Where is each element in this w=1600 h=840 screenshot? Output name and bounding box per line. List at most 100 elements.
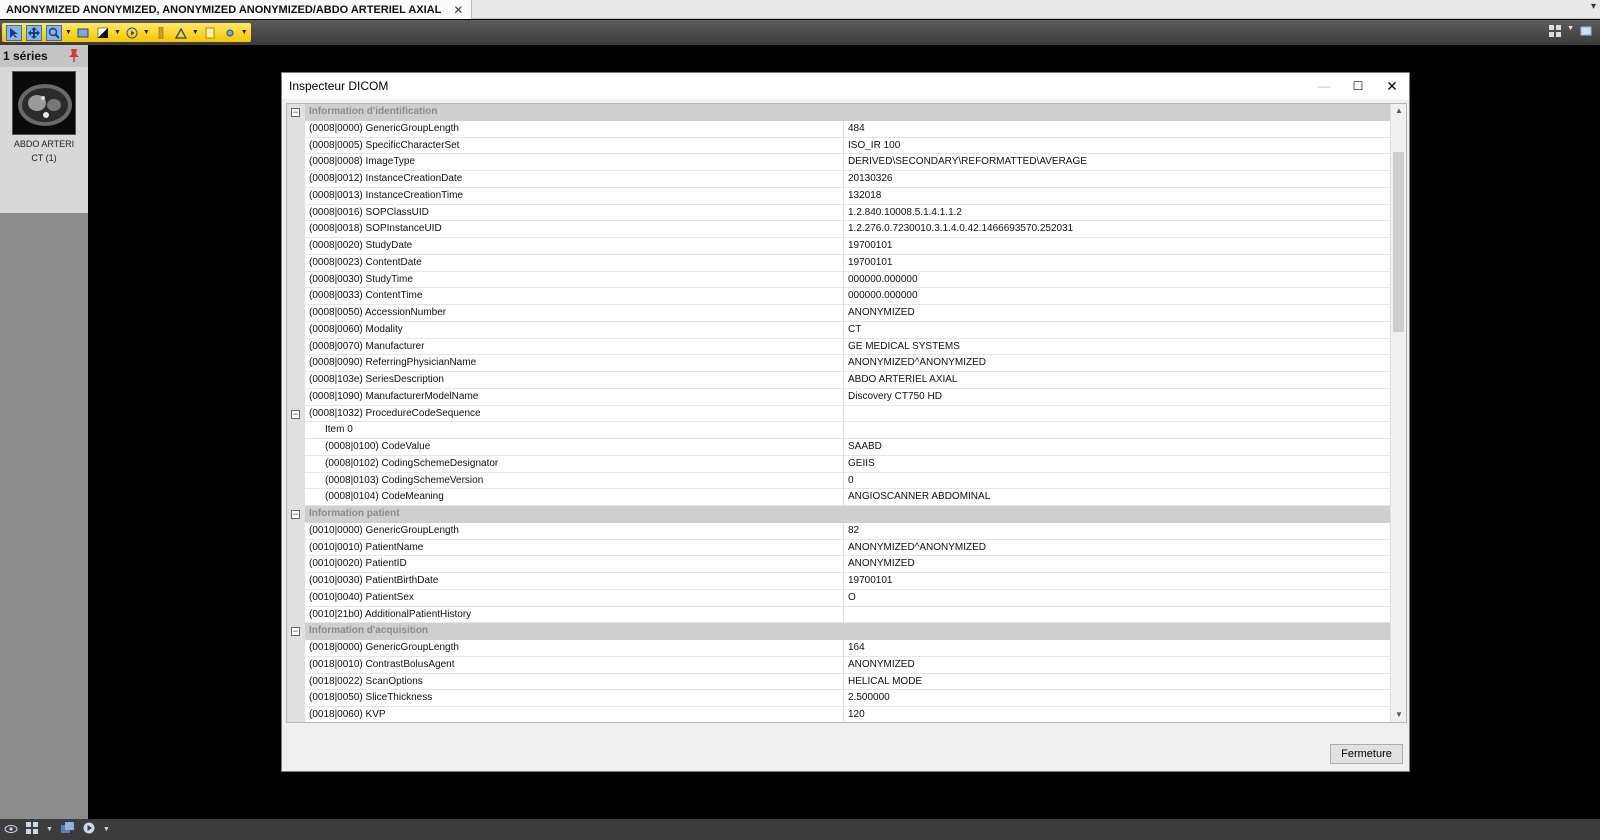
tab-study[interactable]: ANONYMIZED ANONYMIZED, ANONYMIZED ANONYM… xyxy=(0,0,473,19)
tag-value[interactable]: SAABD xyxy=(844,439,1391,456)
dicom-tag-row[interactable]: (0018|0000) GenericGroupLength 164 xyxy=(287,640,1391,657)
contrast-icon[interactable] xyxy=(95,25,111,41)
dicom-tag-row[interactable]: (0008|0005) SpecificCharacterSet ISO_IR 1… xyxy=(287,137,1391,155)
dicom-tag-row[interactable]: Item 0 xyxy=(287,422,1391,439)
tag-value[interactable]: 0 xyxy=(844,473,1391,490)
dicom-tag-row[interactable]: − (0008|1032) ProcedureCodeSequence xyxy=(287,405,1391,423)
dicom-tag-row[interactable]: (0008|0103) CodingSchemeVersion 0 xyxy=(287,472,1391,490)
tag-value[interactable]: ANONYMIZED xyxy=(844,657,1391,674)
chevron-down-icon[interactable]: ▼ xyxy=(241,29,248,36)
book-icon[interactable] xyxy=(1580,25,1592,40)
scroll-thumb[interactable] xyxy=(1393,152,1404,332)
dicom-tag-row[interactable]: (0008|1090) ManufacturerModelName Discove… xyxy=(287,388,1391,406)
tag-value[interactable]: 2.500000 xyxy=(844,690,1391,707)
tag-value[interactable]: 20130326 xyxy=(844,171,1391,188)
dicom-tag-row[interactable]: (0008|0090) ReferringPhysicianName ANONYM… xyxy=(287,355,1391,372)
dicom-tag-row[interactable]: (0008|0060) Modality CT xyxy=(287,321,1391,339)
tag-value[interactable]: ANONYMIZED xyxy=(844,556,1391,573)
scroll-down-icon[interactable]: ▼ xyxy=(1391,708,1406,722)
dicom-tag-row[interactable]: (0018|0022) ScanOptions HELICAL MODE xyxy=(287,673,1391,691)
section-header-row[interactable]: − Information d'identification xyxy=(287,104,1391,121)
angle-icon[interactable] xyxy=(173,25,189,41)
tag-value[interactable]: ABDO ARTERIEL AXIAL xyxy=(844,372,1391,389)
pan-tool-icon[interactable] xyxy=(26,24,42,41)
maximize-icon[interactable]: ☐ xyxy=(1343,76,1373,96)
dicom-tag-row[interactable]: (0008|0030) StudyTime 000000.000000 xyxy=(287,271,1391,289)
ruler-icon[interactable] xyxy=(153,25,169,41)
tag-value[interactable]: DERIVED\SECONDARY\REFORMATTED\AVERAGE xyxy=(844,154,1391,171)
tag-value[interactable]: 000000.000000 xyxy=(844,288,1391,305)
tag-value[interactable]: O xyxy=(844,590,1391,607)
dicom-tag-row[interactable]: (0008|0012) InstanceCreationDate 20130326 xyxy=(287,171,1391,188)
tag-value[interactable] xyxy=(844,422,1391,439)
dicom-tag-row[interactable]: (0008|0016) SOPClassUID 1.2.840.10008.5.1… xyxy=(287,204,1391,222)
chevron-down-icon[interactable]: ▼ xyxy=(143,29,150,36)
dicom-tag-row[interactable]: (0008|0018) SOPInstanceUID 1.2.276.0.7230… xyxy=(287,221,1391,238)
tag-value[interactable] xyxy=(844,406,1391,423)
select-tool-icon[interactable] xyxy=(6,24,22,41)
collapse-icon[interactable]: − xyxy=(291,108,300,117)
chevron-down-icon[interactable]: ▼ xyxy=(1567,25,1574,40)
play-icon[interactable] xyxy=(83,822,95,837)
tag-value[interactable]: 19700101 xyxy=(844,238,1391,255)
chevron-down-icon[interactable]: ▼ xyxy=(192,29,199,36)
dicom-tag-row[interactable]: (0010|0000) GenericGroupLength 82 xyxy=(287,522,1391,540)
dicom-tag-row[interactable]: (0010|0040) PatientSex O xyxy=(287,589,1391,607)
tab-close-icon[interactable]: ✕ xyxy=(453,3,463,17)
tag-value[interactable]: 164 xyxy=(844,640,1391,657)
dicom-tag-row[interactable]: (0008|0070) Manufacturer GE MEDICAL SYSTE… xyxy=(287,338,1391,356)
dicom-tag-row[interactable]: (0010|0020) PatientID ANONYMIZED xyxy=(287,556,1391,573)
scroll-up-icon[interactable]: ▲ xyxy=(1391,104,1406,118)
windowing-icon[interactable] xyxy=(75,25,91,41)
dicom-tag-row[interactable]: (0018|0050) SliceThickness 2.500000 xyxy=(287,690,1391,707)
dicom-tag-row[interactable]: (0018|0060) KVP 120 xyxy=(287,707,1391,722)
section-header-row[interactable]: − Information patient xyxy=(287,506,1391,523)
tag-value[interactable]: 484 xyxy=(844,121,1391,138)
dicom-tag-row[interactable]: (0008|0102) CodingSchemeDesignator GEIIS xyxy=(287,455,1391,473)
cine-icon[interactable] xyxy=(124,25,140,41)
dicom-tag-row[interactable]: (0018|0010) ContrastBolusAgent ANONYMIZED xyxy=(287,656,1391,674)
collapse-icon[interactable]: − xyxy=(291,409,300,419)
chevron-down-icon[interactable]: ▼ xyxy=(114,29,121,36)
dicom-tag-row[interactable]: (0008|0008) ImageType DERIVED\SECONDARY\R… xyxy=(287,154,1391,171)
section-header-row[interactable]: − Information d'acquisition xyxy=(287,623,1391,640)
dicom-tag-row[interactable]: (0008|0033) ContentTime 000000.000000 xyxy=(287,288,1391,305)
tag-value[interactable]: ANGIOSCANNER ABDOMINAL xyxy=(844,489,1391,506)
stack-icon[interactable] xyxy=(60,822,75,837)
dicom-tag-row[interactable]: (0008|0023) ContentDate 19700101 xyxy=(287,254,1391,272)
layout-icon[interactable] xyxy=(222,25,238,41)
annotation-icon[interactable] xyxy=(202,25,218,41)
dicom-tag-row[interactable]: (0010|0010) PatientName ANONYMIZED^ANONYM… xyxy=(287,539,1391,557)
tag-value[interactable]: Discovery CT750 HD xyxy=(844,389,1391,406)
pin-icon[interactable] xyxy=(68,48,80,65)
tag-value[interactable]: 1.2.276.0.7230010.3.1.4.0.42.1466693570.… xyxy=(844,221,1391,238)
vertical-scrollbar[interactable]: ▲ ▼ xyxy=(1390,104,1406,722)
eye-icon[interactable] xyxy=(4,823,18,837)
dicom-tag-row[interactable]: (0008|0050) AccessionNumber ANONYMIZED xyxy=(287,305,1391,322)
collapse-icon[interactable]: − xyxy=(291,510,300,519)
tag-value[interactable]: CT xyxy=(844,322,1391,339)
dicom-tag-row[interactable]: (0010|0030) PatientBirthDate 19700101 xyxy=(287,573,1391,590)
dicom-tag-row[interactable]: (0008|0100) CodeValue SAABD xyxy=(287,439,1391,456)
tag-value[interactable]: 1.2.840.10008.5.1.4.1.1.2 xyxy=(844,205,1391,222)
tag-value[interactable]: 120 xyxy=(844,707,1391,722)
tag-value[interactable] xyxy=(844,607,1391,624)
tag-value[interactable]: 19700101 xyxy=(844,255,1391,272)
dicom-tag-row[interactable]: (0008|0013) InstanceCreationTime 132018 xyxy=(287,187,1391,205)
chevron-down-icon[interactable]: ▼ xyxy=(103,826,110,833)
dicom-tag-row[interactable]: (0008|0000) GenericGroupLength 484 xyxy=(287,120,1391,138)
tag-value[interactable]: 19700101 xyxy=(844,573,1391,590)
close-icon[interactable]: ✕ xyxy=(1377,76,1407,96)
tag-value[interactable]: ANONYMIZED^ANONYMIZED xyxy=(844,540,1391,557)
chevron-down-icon[interactable]: ▼ xyxy=(46,826,53,833)
tag-value[interactable]: ANONYMIZED xyxy=(844,305,1391,322)
fermeture-button[interactable]: Fermeture xyxy=(1330,744,1403,764)
dicom-tag-row[interactable]: (0008|0104) CodeMeaning ANGIOSCANNER ABDO… xyxy=(287,489,1391,506)
tag-value[interactable]: 132018 xyxy=(844,188,1391,205)
minimize-icon[interactable]: — xyxy=(1309,76,1339,96)
tag-value[interactable]: 82 xyxy=(844,523,1391,540)
zoom-tool-icon[interactable] xyxy=(46,24,62,41)
tag-value[interactable]: GEIIS xyxy=(844,456,1391,473)
series-thumbnail-card[interactable]: ABDO ARTERI CT (1) xyxy=(0,67,88,213)
grid-layout-icon[interactable] xyxy=(26,822,38,837)
